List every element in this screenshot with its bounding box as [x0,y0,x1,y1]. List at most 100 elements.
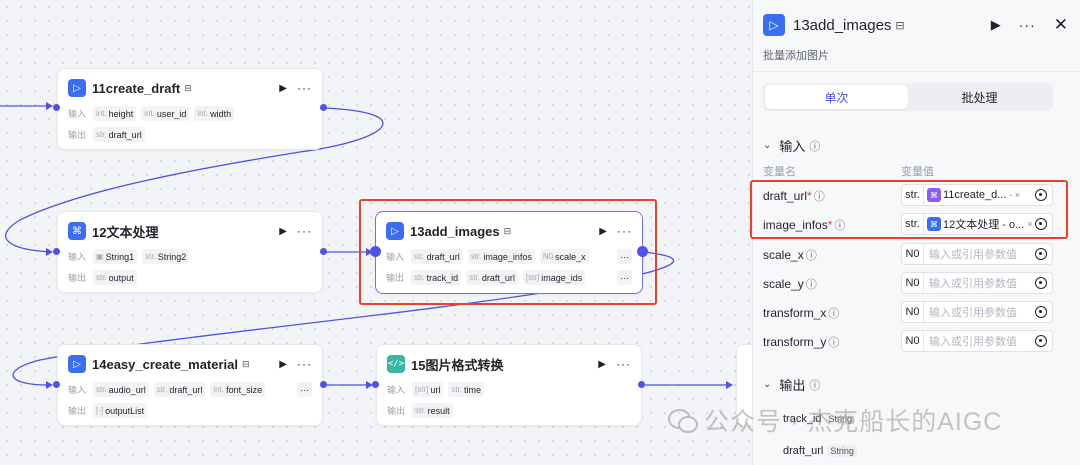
param-value-field[interactable]: N0 输入或引用参数值 [901,272,1053,294]
reference-picker-icon[interactable] [1035,248,1047,260]
plugin-icon: ▷ [386,222,404,240]
more-options-button[interactable]: ··· [616,357,631,371]
run-node-button[interactable]: ▶ [598,359,606,370]
input-chip: str. draft_url [153,382,206,397]
panel-description: 批量添加图片 [763,50,829,62]
panel-title: 13add_images [793,16,892,34]
image-type-icon: ▣ [96,252,104,261]
more-outputs-chip: ··· [617,270,632,285]
run-node-button[interactable]: ▶ [279,359,287,370]
run-node-button[interactable]: ▶ [599,226,607,237]
plugin-badge-icon: ⊟ [184,82,192,93]
more-options-button[interactable]: ··· [297,224,312,238]
close-icon[interactable]: ✕ [1054,15,1068,35]
input-chip: int. font_size [210,382,266,397]
reference-tag[interactable]: ⌘ 11create_d... - × [927,188,1032,202]
tab-single[interactable]: 单次 [765,85,908,109]
input-label: 输入 [68,252,87,262]
param-name: scale_x ⓘ [763,248,817,262]
input-section-header[interactable]: ⌄ 输入 ⓘ [763,136,820,155]
param-value-field[interactable]: N0 输入或引用参数值 [901,330,1053,352]
output-port[interactable] [320,104,327,111]
input-port[interactable] [53,248,60,255]
info-icon: ⓘ [813,191,825,203]
reference-picker-icon[interactable] [1035,306,1047,318]
output-label: 输出 [68,130,87,140]
output-chip: str. draft_url [93,127,145,142]
info-icon: ⓘ [834,220,846,232]
node-create-draft[interactable]: ▷ 11create_draft ⊟ ▶ ··· 输入 int. height i… [57,68,323,150]
param-name: transform_x ⓘ [763,306,840,320]
param-row-draft-url: draft_url* ⓘ str. ⌘ 11create_d... - × [763,184,1053,206]
param-value-field[interactable]: N0 输入或引用参数值 [901,243,1053,265]
type-label: N0 [902,302,924,322]
output-chip: str. result [412,403,453,418]
input-port[interactable] [370,246,381,257]
watermark: 公众号 · 杰克船长的AIGC [668,402,1002,438]
type-label: N0 [902,273,924,293]
section-title: 输入 [779,139,806,154]
input-chip: str. image_infos [467,249,535,264]
param-value-field[interactable]: str. ⌘ 12文本处理 - o... × [901,213,1053,235]
param-name: draft_url* ⓘ [763,189,825,203]
output-port[interactable] [320,248,327,255]
more-inputs-chip: ··· [617,249,632,264]
reference-picker-icon[interactable] [1035,189,1047,201]
info-icon: ⓘ [809,140,821,153]
remove-reference-icon[interactable]: - × [1009,190,1020,200]
output-chip: str. output [93,270,137,285]
more-options-button[interactable]: ··· [297,81,312,95]
output-port[interactable] [637,246,648,257]
tab-batch[interactable]: 批处理 [908,85,1051,109]
node-easy-create-material[interactable]: ▷ 14easy_create_material ⊟ ▶ ··· 输入 str.… [57,344,323,426]
reference-tag[interactable]: ⌘ 12文本处理 - o... × [927,216,1032,232]
node-title: 11create_draft [92,80,181,96]
input-label: 输入 [68,109,87,119]
more-options-button[interactable]: ··· [297,357,312,371]
col-name-header: 变量名 [763,166,796,178]
run-node-button[interactable]: ▶ [279,226,287,237]
param-value-field[interactable]: str. ⌘ 11create_d... - × [901,184,1053,206]
run-icon[interactable]: ▶ [991,17,1001,33]
more-options-button[interactable]: ··· [617,224,632,238]
input-chip: int. width [194,106,235,121]
input-label: 输入 [68,385,87,395]
node-add-images[interactable]: ▷ 13add_images ⊟ ▶ ··· 输入 str. draft_url … [375,211,643,294]
reference-picker-icon[interactable] [1035,218,1047,230]
output-port[interactable] [320,381,327,388]
watermark-text: 公众号 · 杰克船长的AIGC [704,408,1003,436]
input-port[interactable] [53,381,60,388]
more-options-button[interactable]: ··· [1019,17,1036,33]
run-node-button[interactable]: ▶ [279,83,287,94]
param-placeholder[interactable]: 输入或引用参数值 [929,333,1032,349]
output-chip: str. draft_url [466,270,518,285]
node-image-convert[interactable]: </> 15图片格式转换 ▶ ··· 输入 [str] url str. time … [376,344,642,426]
param-placeholder[interactable]: 输入或引用参数值 [929,304,1032,320]
code-icon: </> [387,355,405,373]
col-value-header: 变量值 [901,166,934,178]
plugin-icon: ▷ [68,79,86,97]
output-port[interactable] [638,381,645,388]
input-port[interactable] [53,104,60,111]
node-config-panel: ▷ 13add_images ⊟ ▶ ··· ✕ 批量添加图片 单次 批处理 ⌄… [750,0,1080,465]
workflow-canvas[interactable]: ▷ 11create_draft ⊟ ▶ ··· 输入 int. height i… [0,0,752,465]
info-icon: ⓘ [805,279,817,291]
remove-reference-icon[interactable]: × [1027,219,1032,229]
param-placeholder[interactable]: 输入或引用参数值 [929,246,1032,262]
reference-picker-icon[interactable] [1035,335,1047,347]
wechat-icon [668,409,698,433]
param-row-transform-y: transform_y ⓘ N0 输入或引用参数值 [763,330,1053,352]
input-label: 输入 [387,385,406,395]
input-chip: int. user_id [141,106,190,121]
node-text-process[interactable]: ⌘ 12文本处理 ▶ ··· 输入 ▣ String1 str. String2 输… [57,211,323,293]
param-row-image-infos: image_infos*ⓘ str. ⌘ 12文本处理 - o... × [763,213,1053,235]
output-chip: [str] image_ids [522,270,586,285]
reference-picker-icon[interactable] [1035,277,1047,289]
input-port[interactable] [372,381,379,388]
param-value-field[interactable]: N0 输入或引用参数值 [901,301,1053,323]
output-section-header[interactable]: ⌄ 输出 ⓘ [763,375,820,394]
param-placeholder[interactable]: 输入或引用参数值 [929,275,1032,291]
plugin-icon: ▷ [763,14,785,36]
type-label: str. [902,185,924,205]
chevron-down-icon: ⌄ [763,140,772,151]
